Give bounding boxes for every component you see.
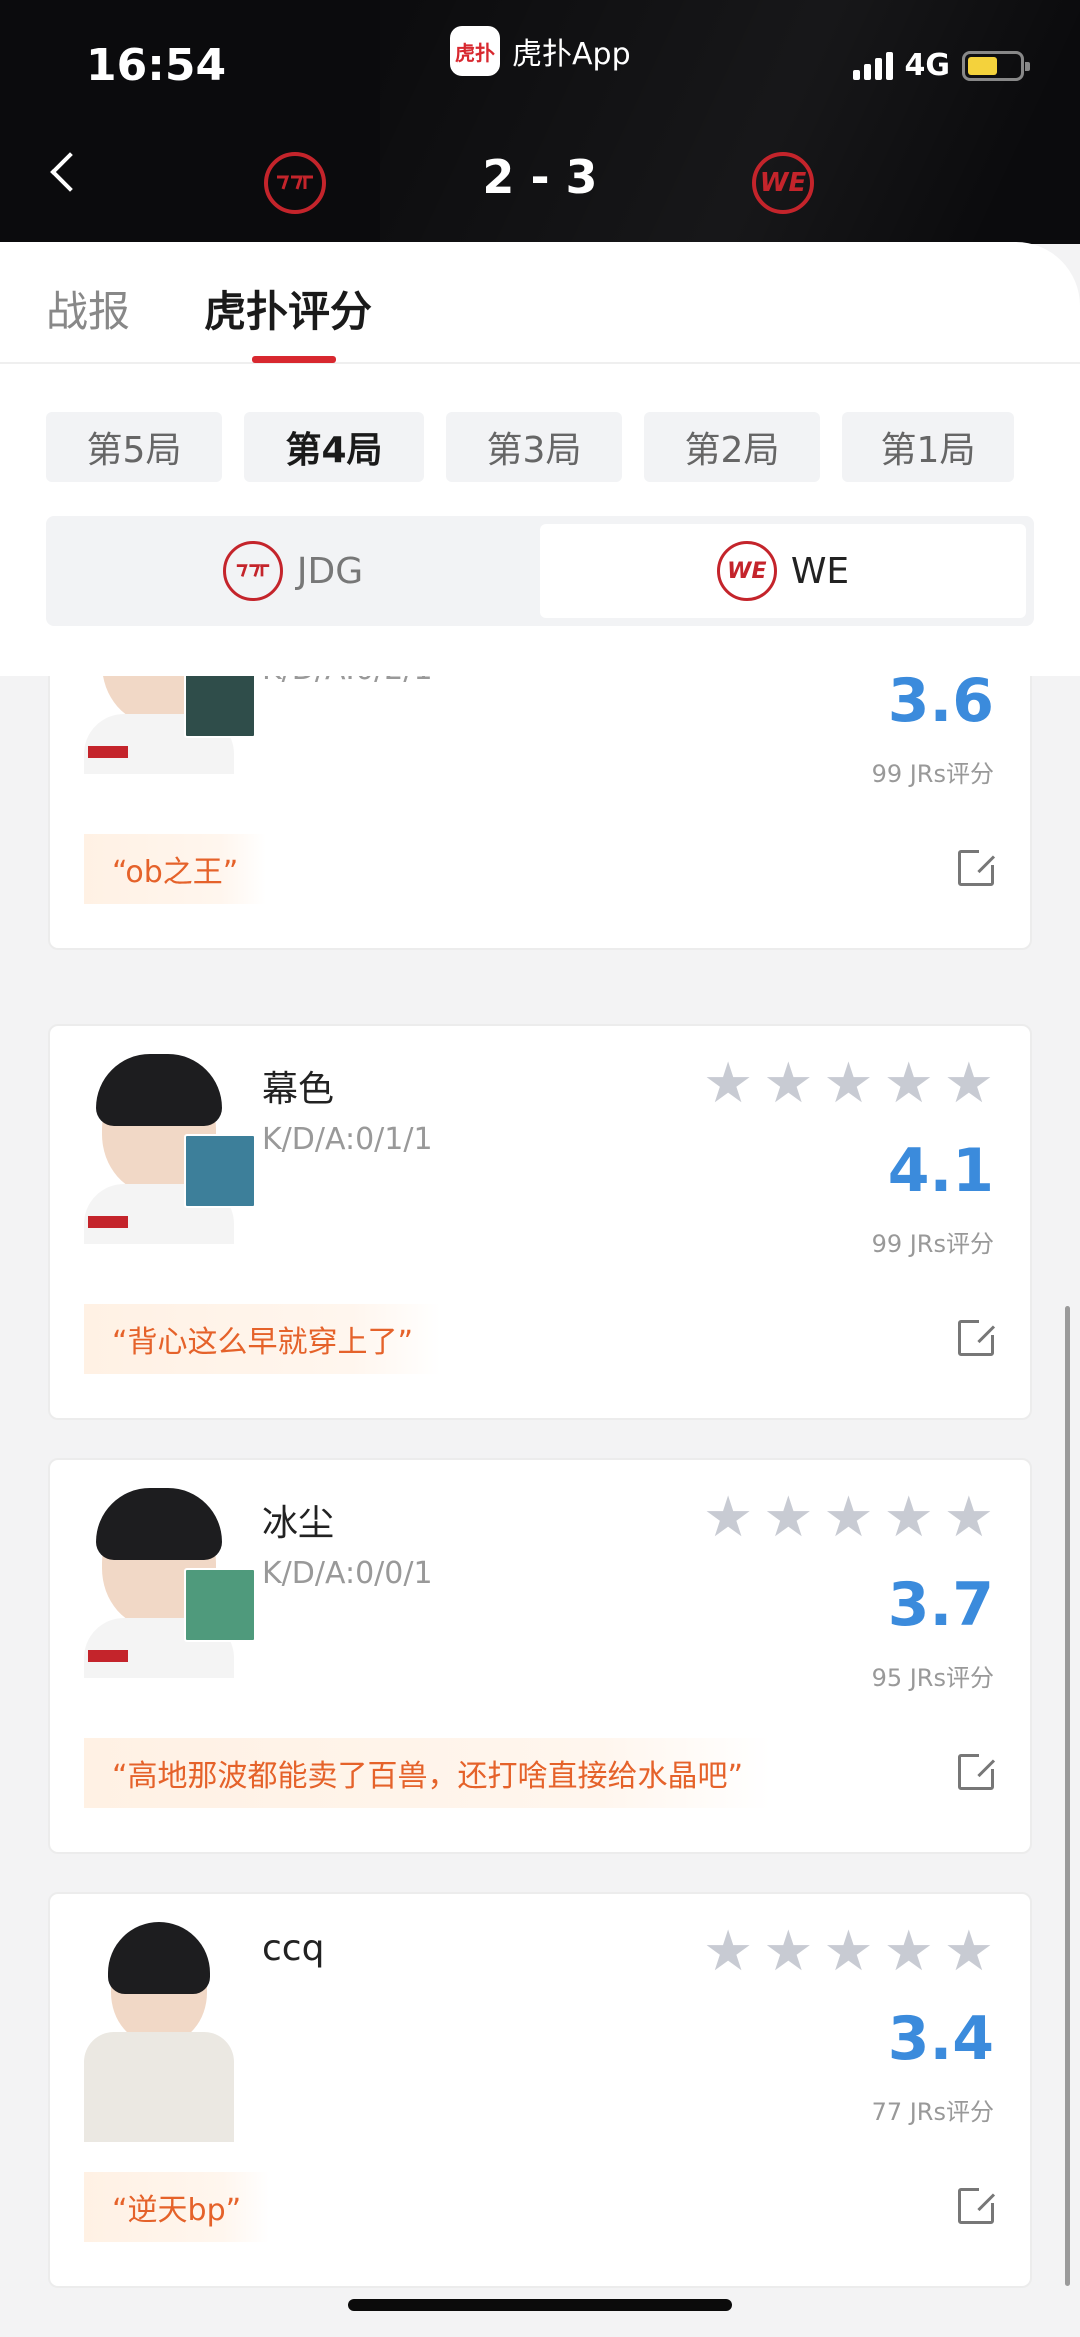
app-name: 虎扑App	[512, 37, 631, 72]
player-name: 冰尘	[262, 1503, 335, 1544]
round-3-button[interactable]: 第3局	[446, 412, 622, 482]
player-photo	[84, 1922, 234, 2142]
star-rating-input[interactable]: ★ ★ ★ ★ ★	[703, 1924, 994, 1980]
rating-panel: 战报 虎扑评分 第5局 第4局 第3局 第2局 第1局 JDG WE WE	[0, 242, 1080, 676]
home-indicator[interactable]	[348, 2299, 732, 2311]
player-rating-list[interactable]: K/D/A:0/2/1 3.6 99 JRs评分 “ob之王” 幕色 K/D/A…	[0, 676, 1080, 2337]
player-rating: 4.1	[887, 1136, 994, 1206]
player-rating: 3.6	[887, 676, 994, 736]
star-icon[interactable]: ★	[703, 1490, 753, 1546]
back-arrow-icon[interactable]	[50, 152, 90, 192]
round-4-button[interactable]: 第4局	[244, 412, 424, 482]
active-tab-indicator	[252, 356, 336, 363]
star-icon[interactable]: ★	[763, 1490, 813, 1546]
rating-count: 99 JRs评分	[871, 760, 994, 788]
round-1-button[interactable]: 第1局	[842, 412, 1014, 482]
player-rating: 3.7	[887, 1570, 994, 1640]
rating-count: 99 JRs评分	[871, 1230, 994, 1258]
tab-hupu-rating[interactable]: 虎扑评分	[204, 278, 372, 339]
team-jdg-label: JDG	[296, 550, 364, 592]
player-card[interactable]: 幕色 K/D/A:0/1/1 ★ ★ ★ ★ ★ 4.1 99 JRs评分 “背心这么早…	[48, 1024, 1032, 1420]
share-icon[interactable]	[958, 847, 997, 886]
star-icon[interactable]: ★	[944, 1056, 994, 1112]
hero-avatar	[184, 676, 256, 738]
team-we-label: WE	[790, 550, 850, 592]
team-right-logo[interactable]: WE	[752, 152, 814, 214]
star-icon[interactable]: ★	[763, 1056, 813, 1112]
star-icon[interactable]: ★	[884, 1490, 934, 1546]
star-icon[interactable]: ★	[703, 1924, 753, 1980]
share-icon[interactable]	[958, 1751, 997, 1790]
player-rating: 3.4	[887, 2004, 994, 2074]
round-5-button[interactable]: 第5局	[46, 412, 222, 482]
top-comment[interactable]: “ob之王”	[84, 834, 267, 904]
player-kda: K/D/A:0/2/1	[262, 676, 433, 687]
player-name: ccq	[262, 1928, 325, 1969]
round-2-button[interactable]: 第2局	[644, 412, 820, 482]
tab-bar: 战报 虎扑评分	[0, 242, 1080, 364]
top-comment[interactable]: “逆天bp”	[84, 2172, 270, 2242]
share-icon[interactable]	[958, 2185, 997, 2224]
match-score: 2 - 3	[482, 150, 598, 204]
jdg-logo-icon	[222, 541, 283, 601]
star-icon[interactable]: ★	[944, 1924, 994, 1980]
star-icon[interactable]: ★	[823, 1056, 873, 1112]
match-header: 16:54 虎扑 虎扑App 4G 2 - 3 WE	[0, 0, 1080, 244]
team-toggle: JDG WE WE	[46, 516, 1034, 626]
top-comment[interactable]: “高地那波都能卖了百兽，还打啥直接给水晶吧”	[84, 1738, 772, 1808]
team-we-option[interactable]: WE WE	[540, 524, 1026, 618]
star-icon[interactable]: ★	[884, 1056, 934, 1112]
rating-count: 77 JRs评分	[871, 2098, 994, 2126]
status-time: 16:54	[86, 40, 227, 91]
app-badge[interactable]: 虎扑 虎扑App	[450, 26, 631, 76]
top-comment[interactable]: “背心这么早就穿上了”	[84, 1304, 442, 1374]
star-rating-input[interactable]: ★ ★ ★ ★ ★	[703, 1056, 994, 1112]
share-icon[interactable]	[958, 1317, 997, 1356]
star-rating-input[interactable]: ★ ★ ★ ★ ★	[703, 1490, 994, 1546]
player-kda: K/D/A:0/0/1	[262, 1556, 433, 1591]
network-label: 4G	[904, 48, 951, 83]
team-jdg-option[interactable]: JDG	[54, 524, 532, 618]
rating-count: 95 JRs评分	[871, 1664, 994, 1692]
hero-avatar	[184, 1568, 256, 1642]
player-name: 幕色	[262, 1069, 335, 1110]
tab-report[interactable]: 战报	[46, 278, 130, 339]
player-card[interactable]: K/D/A:0/2/1 3.6 99 JRs评分 “ob之王”	[48, 676, 1032, 950]
we-logo-icon: WE	[716, 541, 777, 601]
star-icon[interactable]: ★	[944, 1490, 994, 1546]
player-card[interactable]: ccq ★ ★ ★ ★ ★ 3.4 77 JRs评分 “逆天bp”	[48, 1892, 1032, 2288]
player-card[interactable]: 冰尘 K/D/A:0/0/1 ★ ★ ★ ★ ★ 3.7 95 JRs评分 “高地那波都…	[48, 1458, 1032, 1854]
jdg-mark-icon	[277, 175, 313, 190]
player-kda: K/D/A:0/1/1	[262, 1122, 433, 1157]
signal-icon	[852, 51, 893, 80]
app-logo-icon: 虎扑	[450, 26, 500, 76]
battery-icon	[962, 50, 1030, 81]
star-icon[interactable]: ★	[703, 1056, 753, 1112]
hero-avatar	[184, 1134, 256, 1208]
star-icon[interactable]: ★	[763, 1924, 813, 1980]
star-icon[interactable]: ★	[884, 1924, 934, 1980]
team-left-logo[interactable]	[264, 152, 326, 214]
star-icon[interactable]: ★	[823, 1490, 873, 1546]
star-icon[interactable]: ★	[823, 1924, 873, 1980]
status-indicators: 4G	[852, 48, 1030, 83]
scrollbar[interactable]	[1065, 1306, 1070, 2286]
